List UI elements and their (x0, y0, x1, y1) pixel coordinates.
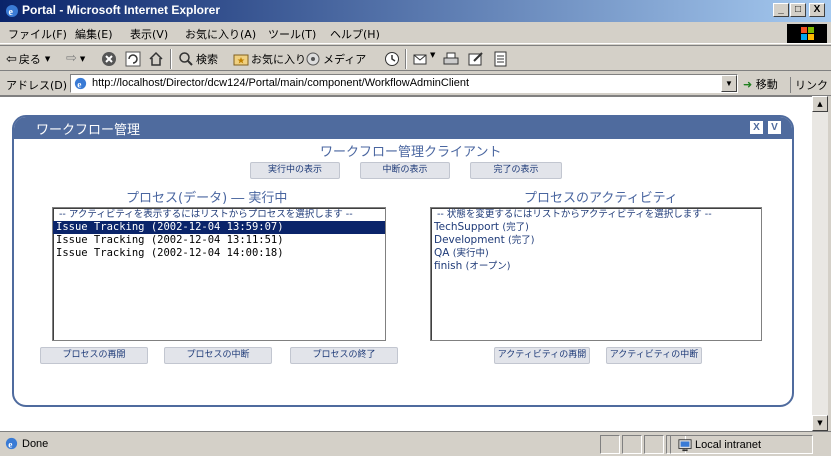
menu-bar: ファイル(F) 編集(E) 表示(V) お気に入り(A) ツール(T) ヘルプ(… (0, 22, 831, 44)
minimize-button[interactable]: _ (773, 3, 789, 17)
suspend-process-button[interactable]: プロセスの中断 (164, 347, 272, 364)
security-zone: Local intranet (678, 438, 761, 452)
toolbar: ⇦ 戻る ▼ ⇨ ▼ 検索 お気に入り メディア ▼ (0, 45, 831, 71)
media-label: メディア (323, 53, 367, 66)
links-button[interactable]: リンク (790, 77, 828, 93)
stop-icon[interactable] (101, 51, 117, 67)
forward-button[interactable]: ⇨ ▼ (66, 51, 85, 66)
back-arrow-icon: ⇦ (6, 51, 17, 67)
process-list-item[interactable]: Issue Tracking (2002-12-04 13:11:51) (53, 234, 385, 247)
svg-text:e: e (77, 80, 81, 90)
forward-arrow-icon: ⇨ (66, 51, 77, 66)
media-icon (306, 52, 320, 66)
portlet-header: ワークフロー管理 X V (14, 117, 792, 139)
go-label: 移動 (755, 78, 778, 91)
activity-name: TechSupport (434, 221, 500, 233)
home-icon[interactable] (148, 51, 164, 67)
edit-icon[interactable] (468, 51, 484, 67)
menu-tools[interactable]: ツール(T) (268, 26, 316, 42)
status-text: Done (22, 438, 49, 450)
history-icon[interactable] (384, 51, 400, 67)
chevron-down-icon: ▼ (44, 55, 51, 63)
print-icon[interactable] (443, 51, 459, 67)
address-bar: アドレス(D) e http://localhost/Director/dcw1… (0, 72, 831, 96)
chevron-down-icon[interactable]: ▼ (721, 75, 737, 92)
chevron-down-icon[interactable]: ▼ (430, 51, 435, 59)
activity-name: QA (434, 247, 450, 259)
process-list[interactable]: -- アクティビティを表示するにはリストからプロセスを選択します -- Issu… (52, 207, 386, 341)
menu-help[interactable]: ヘルプ(H) (330, 26, 380, 42)
svg-text:e: e (9, 7, 14, 18)
terminate-process-button[interactable]: プロセスの終了 (290, 347, 398, 364)
activity-list-item[interactable]: Development (完了) (431, 234, 761, 247)
mail-icon[interactable] (413, 51, 429, 67)
activity-list[interactable]: -- 状態を変更するにはリストからアクティビティを選択します -- TechSu… (430, 207, 762, 341)
discuss-icon[interactable] (493, 51, 509, 67)
internet-explorer-icon: e (6, 5, 18, 18)
menu-favorites[interactable]: お気に入り(A) (185, 26, 256, 42)
activity-status: (オープン) (465, 261, 511, 272)
page-done-icon: e (5, 437, 18, 450)
vertical-scrollbar[interactable]: ▲ ▼ (812, 96, 828, 431)
search-icon (179, 52, 193, 66)
process-list-item[interactable]: Issue Tracking (2002-12-04 13:59:07) (53, 221, 385, 234)
security-zone-label: Local intranet (695, 439, 762, 451)
activity-heading: プロセスのアクティビティ (524, 191, 678, 206)
address-input[interactable]: e http://localhost/Director/dcw124/Porta… (70, 74, 738, 93)
page-icon: e (74, 77, 87, 90)
activity-status: (完了) (502, 222, 529, 233)
search-button[interactable]: 検索 (178, 51, 218, 67)
portlet-edit-button[interactable]: X (750, 121, 763, 134)
favorites-folder-icon (233, 54, 249, 66)
search-label: 検索 (196, 53, 218, 66)
windows-logo-icon (787, 24, 827, 43)
client-title: ワークフロー管理クライアント (320, 145, 502, 160)
resume-process-button[interactable]: プロセスの再開 (40, 347, 148, 364)
workflow-portlet: ワークフロー管理 X V ワークフロー管理クライアント 実行中の表示 中断の表示… (12, 115, 794, 407)
activity-name: finish (434, 260, 463, 272)
media-button[interactable]: メディア (305, 51, 366, 67)
menu-edit[interactable]: 編集(E) (75, 26, 113, 42)
activity-status: (実行中) (452, 248, 489, 259)
refresh-icon[interactable] (125, 51, 141, 67)
close-button[interactable]: X (809, 3, 825, 17)
process-list-hint: -- アクティビティを表示するにはリストからプロセスを選択します -- (59, 209, 353, 220)
resume-activity-button[interactable]: アクティビティの再開 (494, 347, 590, 364)
back-label: 戻る (18, 53, 41, 66)
favorites-label: お気に入り (251, 53, 306, 66)
intranet-icon (678, 439, 692, 452)
back-button[interactable]: ⇦ 戻る ▼ (6, 51, 50, 67)
show-completed-button[interactable]: 完了の表示 (470, 162, 562, 179)
scroll-down-icon[interactable]: ▼ (812, 415, 828, 431)
suspend-activity-button[interactable]: アクティビティの中断 (606, 347, 702, 364)
page-content: ワークフロー管理 X V ワークフロー管理クライアント 実行中の表示 中断の表示… (0, 96, 812, 431)
portlet-view-button[interactable]: V (768, 121, 781, 134)
activity-list-hint: -- 状態を変更するにはリストからアクティビティを選択します -- (437, 209, 712, 220)
maximize-button[interactable]: □ (790, 3, 806, 17)
svg-text:e: e (8, 440, 12, 450)
address-label: アドレス(D) (6, 79, 68, 92)
window-title: Portal - Microsoft Internet Explorer (22, 3, 221, 17)
favorites-button[interactable]: お気に入り (233, 51, 306, 67)
go-arrow-icon: ➜ (743, 78, 753, 91)
address-url: http://localhost/Director/dcw124/Portal/… (92, 77, 470, 89)
window-title-bar[interactable]: e Portal - Microsoft Internet Explorer _… (0, 0, 831, 22)
process-list-item[interactable]: Issue Tracking (2002-12-04 14:00:18) (53, 247, 385, 260)
menu-file[interactable]: ファイル(F) (8, 26, 67, 42)
activity-name: Development (434, 234, 505, 246)
activity-status: (完了) (508, 235, 535, 246)
chevron-down-icon: ▼ (79, 54, 86, 63)
menu-view[interactable]: 表示(V) (130, 26, 168, 42)
portlet-title: ワークフロー管理 (36, 123, 141, 138)
activity-list-item[interactable]: finish (オープン) (431, 260, 761, 273)
show-running-button[interactable]: 実行中の表示 (250, 162, 340, 179)
show-suspended-button[interactable]: 中断の表示 (360, 162, 450, 179)
activity-list-item[interactable]: QA (実行中) (431, 247, 761, 260)
activity-list-item[interactable]: TechSupport (完了) (431, 221, 761, 234)
process-heading: プロセス(データ) ― 実行中 (126, 191, 288, 206)
go-button[interactable]: ➜ 移動 (743, 76, 778, 92)
scroll-up-icon[interactable]: ▲ (812, 96, 828, 112)
status-bar: e Done Local intranet (0, 431, 831, 456)
